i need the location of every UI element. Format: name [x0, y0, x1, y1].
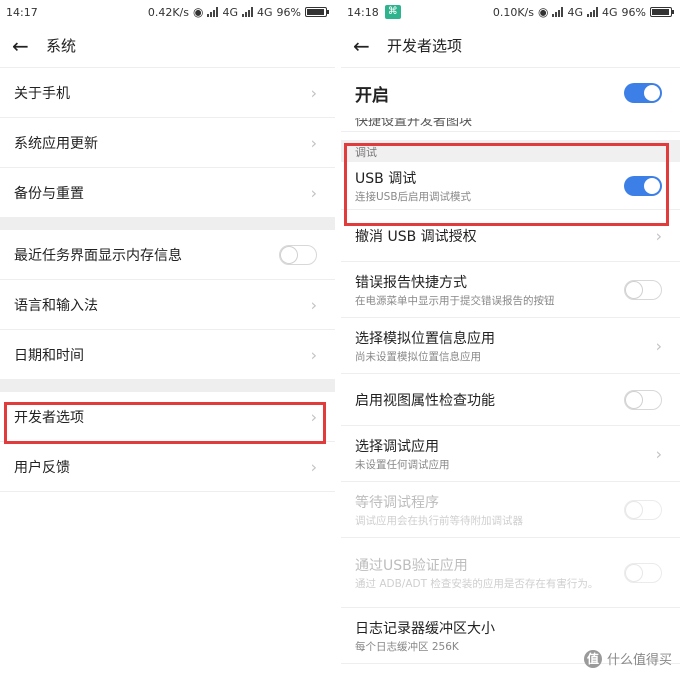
wifi-icon: ◉ — [193, 5, 204, 19]
status-speed: 0.42K/s — [147, 5, 189, 19]
back-arrow-icon[interactable]: ← — [353, 34, 377, 58]
watermark: 值 什么值得买 — [583, 649, 672, 668]
verify-apps-toggle — [624, 562, 662, 583]
left-screen: 14:17 0.42K/s ◉ 4G 4G 96% ← 系统 关于手机 › 系统… — [0, 0, 335, 674]
view-inspection-toggle[interactable] — [624, 389, 662, 410]
master-switch-label: 开启 — [355, 85, 389, 106]
settings-item-usb-debugging[interactable]: USB 调试 连接USB后启用调试模式 — [341, 162, 680, 210]
developer-master-toggle[interactable] — [624, 83, 662, 103]
memory-info-toggle[interactable] — [279, 244, 317, 265]
signal-icon-2 — [587, 7, 599, 17]
quick-tile-item-cutoff[interactable]: 快捷设置开发者图块 — [341, 118, 680, 132]
title-bar: ← 系统 — [0, 24, 335, 68]
right-screen: 14:18 ⌘ 0.10K/s ◉ 4G 4G 96% ← 开发者选项 开启 快… — [341, 0, 680, 674]
settings-item-verify-apps-usb: 通过USB验证应用 通过 ADB/ADT 检查安装的应用是否存在有害行为。 — [341, 538, 680, 608]
chevron-right-icon: › — [310, 83, 317, 102]
chevron-right-icon: › — [310, 457, 317, 476]
settings-item-language-input[interactable]: 语言和输入法 › — [0, 280, 335, 330]
status-battery-text: 96% — [276, 5, 301, 19]
settings-item-system-update[interactable]: 系统应用更新 › — [0, 118, 335, 168]
developer-master-row[interactable]: 开启 — [341, 68, 680, 118]
back-arrow-icon[interactable]: ← — [12, 34, 36, 58]
settings-item-view-attribute-inspection[interactable]: 启用视图属性检查功能 — [341, 374, 680, 426]
settings-item-wait-for-debugger: 等待调试程序 调试应用会在执行前等待附加调试器 — [341, 482, 680, 538]
watermark-logo-icon: 值 — [583, 649, 602, 668]
settings-item-memory-info[interactable]: 最近任务界面显示内存信息 — [0, 230, 335, 280]
settings-item-revoke-usb-auth[interactable]: 撤消 USB 调试授权 › — [341, 210, 680, 262]
chevron-right-icon: › — [655, 444, 662, 463]
settings-item-mock-location-app[interactable]: 选择模拟位置信息应用 尚未设置模拟位置信息应用 › — [341, 318, 680, 374]
battery-icon — [305, 7, 329, 17]
status-time: 14:17 — [6, 5, 38, 19]
chevron-right-icon: › — [310, 133, 317, 152]
status-battery-text: 96% — [621, 5, 646, 19]
signal-icon — [207, 7, 219, 17]
settings-item-about-phone[interactable]: 关于手机 › — [0, 68, 335, 118]
page-title: 系统 — [46, 37, 77, 55]
settings-item-date-time[interactable]: 日期和时间 › — [0, 330, 335, 380]
status-net-2: 4G — [257, 5, 273, 19]
usb-debugging-toggle[interactable] — [624, 175, 662, 196]
battery-icon — [650, 7, 674, 17]
status-time: 14:18 — [347, 5, 379, 19]
section-gap — [0, 218, 335, 230]
title-bar: ← 开发者选项 — [341, 24, 680, 68]
status-net-1: 4G — [222, 5, 239, 19]
status-net-2: 4G — [602, 5, 618, 19]
settings-item-developer-options[interactable]: 开发者选项 › — [0, 392, 335, 442]
app-notification-icon: ⌘ — [384, 5, 401, 19]
status-speed: 0.10K/s — [492, 5, 534, 19]
section-header-debug: 调试 — [341, 140, 680, 162]
settings-item-bug-report-shortcut[interactable]: 错误报告快捷方式 在电源菜单中显示用于提交错误报告的按钮 — [341, 262, 680, 318]
status-bar: 14:18 ⌘ 0.10K/s ◉ 4G 4G 96% — [341, 0, 680, 24]
settings-item-feedback[interactable]: 用户反馈 › — [0, 442, 335, 492]
chevron-right-icon: › — [310, 345, 317, 364]
signal-icon-2 — [242, 7, 254, 17]
wifi-icon: ◉ — [538, 5, 549, 19]
chevron-right-icon: › — [310, 295, 317, 314]
chevron-right-icon: › — [310, 183, 317, 202]
section-gap — [0, 380, 335, 392]
settings-item-backup-reset[interactable]: 备份与重置 › — [0, 168, 335, 218]
wait-debugger-toggle — [624, 499, 662, 520]
page-title: 开发者选项 — [387, 37, 463, 55]
bug-report-toggle[interactable] — [624, 279, 662, 300]
settings-item-select-debug-app[interactable]: 选择调试应用 未设置任何调试应用 › — [341, 426, 680, 482]
status-net-1: 4G — [567, 5, 584, 19]
signal-icon — [552, 7, 564, 17]
chevron-right-icon: › — [655, 226, 662, 245]
status-bar: 14:17 0.42K/s ◉ 4G 4G 96% — [0, 0, 335, 24]
watermark-text: 什么值得买 — [606, 653, 672, 668]
chevron-right-icon: › — [655, 336, 662, 355]
chevron-right-icon: › — [310, 407, 317, 426]
